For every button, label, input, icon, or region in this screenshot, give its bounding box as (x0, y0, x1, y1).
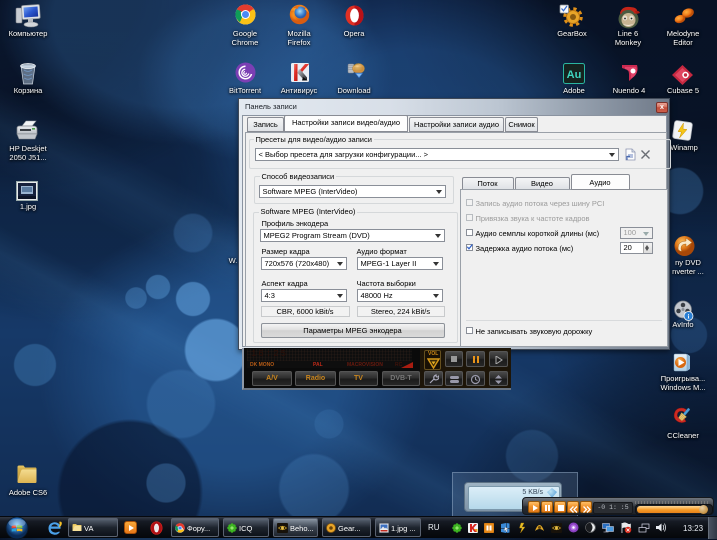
svg-text:Au: Au (567, 69, 582, 81)
svg-text:i: i (688, 313, 690, 320)
